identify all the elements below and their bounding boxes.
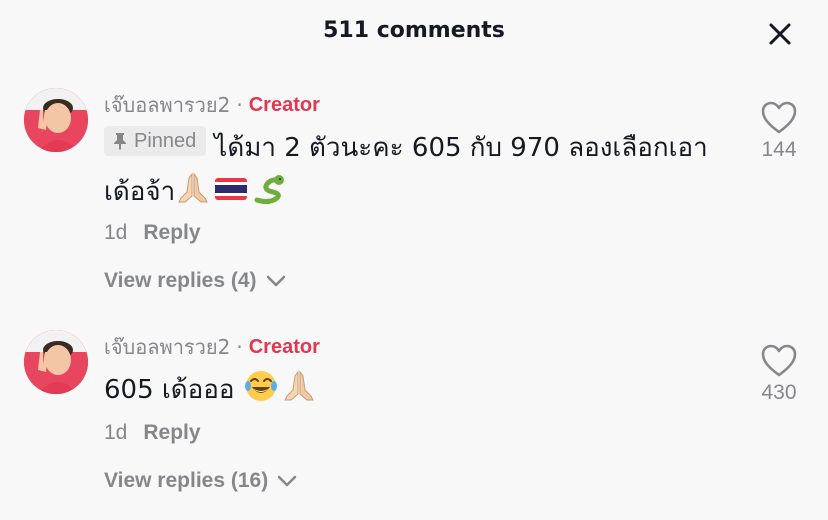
- folded-hands-emoji: [178, 172, 209, 203]
- close-icon[interactable]: [764, 18, 796, 50]
- comments-header: 511 comments: [0, 0, 828, 66]
- view-replies-label: View replies (16): [104, 469, 269, 492]
- comment-header: เจ๊บอลพารวย2 · Creator: [104, 90, 320, 120]
- pin-icon: [114, 133, 126, 150]
- comment-header: เจ๊บอลพารวย2 · Creator: [104, 332, 320, 362]
- comments-count-title: 511 comments: [323, 18, 505, 43]
- reply-button[interactable]: Reply: [143, 421, 200, 445]
- comment-meta: 1d Reply: [104, 418, 201, 448]
- separator-dot: ·: [236, 335, 243, 359]
- comment-body: 605 เด้อออ: [104, 368, 724, 412]
- folded-hands-emoji: [283, 370, 314, 401]
- comment-username[interactable]: เจ๊บอลพารวย2: [104, 89, 230, 121]
- like-count: 430: [761, 381, 797, 404]
- separator-dot: ·: [236, 93, 243, 117]
- comment-body: Pinned ได้มา 2 ตัวนะคะ 605 กับ 970 ลองเล…: [104, 126, 724, 214]
- heart-icon: [761, 344, 797, 377]
- view-replies-button[interactable]: View replies (16): [104, 465, 298, 497]
- tears-of-joy-emoji: [244, 371, 277, 401]
- creator-badge: Creator: [248, 93, 320, 116]
- snake-emoji: [254, 175, 285, 205]
- avatar[interactable]: [24, 330, 88, 394]
- comment-meta: 1d Reply: [104, 218, 201, 248]
- chevron-down-icon: [266, 275, 285, 287]
- comment-time: 1d: [104, 421, 128, 444]
- like-button[interactable]: 430: [744, 343, 814, 405]
- pinned-badge: Pinned: [104, 126, 207, 156]
- view-replies-button[interactable]: View replies (4): [104, 265, 287, 297]
- like-count: 144: [761, 138, 797, 161]
- avatar[interactable]: [24, 88, 88, 152]
- view-replies-label: View replies (4): [104, 269, 257, 292]
- like-button[interactable]: 144: [744, 100, 814, 162]
- comment-username[interactable]: เจ๊บอลพารวย2: [104, 331, 230, 363]
- comment-text: 605 เด้อออ: [104, 375, 235, 405]
- chevron-down-icon: [277, 475, 297, 487]
- creator-badge: Creator: [248, 335, 320, 358]
- reply-button[interactable]: Reply: [143, 221, 200, 245]
- pinned-label: Pinned: [134, 130, 197, 152]
- comment-time: 1d: [104, 221, 128, 244]
- heart-icon: [761, 101, 797, 134]
- thailand-flag-emoji: [215, 178, 248, 200]
